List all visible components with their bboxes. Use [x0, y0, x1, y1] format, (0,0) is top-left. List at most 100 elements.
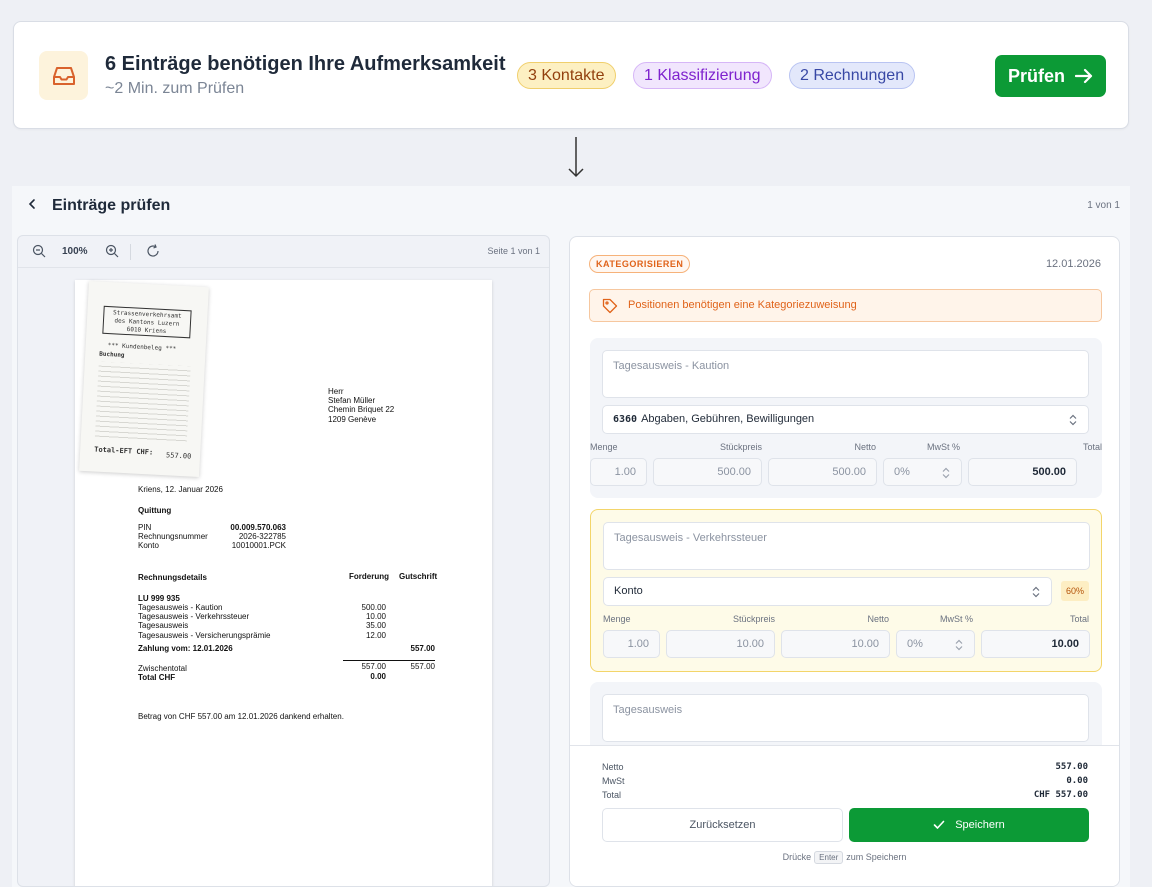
toolbar-divider	[130, 244, 131, 260]
account-code: 6360	[613, 414, 638, 425]
stueckpreis-input[interactable]: 500.00	[653, 458, 762, 486]
check-icon	[933, 820, 945, 829]
subtotal-forderung: 557.00	[361, 662, 386, 671]
totals-netto-value: 557.00	[1055, 762, 1088, 772]
label-menge: Menge	[603, 614, 631, 624]
label-mwst: MwSt %	[940, 614, 974, 624]
label-stueckpreis: Stückpreis	[719, 442, 762, 452]
review-panel: Einträge prüfen 1 von 1 100% Seite 1 von…	[12, 186, 1130, 887]
menge-input[interactable]: 1.00	[590, 458, 647, 486]
meta-values: 00.009.570.063 2026-322785 10010001.PCK	[230, 523, 286, 551]
label-netto: Netto	[854, 442, 876, 452]
meta-labels: PIN Rechnungsnummer Konto	[138, 523, 208, 551]
rotate-icon[interactable]	[146, 244, 160, 258]
pill-kontakte[interactable]: 3 Kontakte	[517, 62, 616, 89]
chevron-left-icon[interactable]	[25, 197, 39, 211]
total-input[interactable]: 500.00	[968, 458, 1077, 486]
document-footer: Betrag von CHF 557.00 am 12.01.2026 dank…	[138, 712, 344, 721]
receipt-image: Strassenverkehrsamt des Kantons Luzern 6…	[79, 280, 209, 478]
save-button-label: Speichern	[955, 819, 1005, 831]
page-indicator: Seite 1 von 1	[487, 246, 540, 256]
zoom-out-icon[interactable]	[32, 244, 46, 258]
receipt-type: Buchung	[99, 350, 125, 359]
account-placeholder: Konto	[614, 585, 643, 597]
line-item-card: Tagesausweis - Kaution 6360 Abgaben, Gebü…	[590, 338, 1102, 498]
banner-subtitle: ~2 Min. zum Prüfen	[105, 80, 245, 97]
menge-input[interactable]: 1.00	[603, 630, 660, 658]
enter-key: Enter	[814, 851, 844, 864]
totals-total-label: Total	[602, 790, 622, 800]
label-stueckpreis: Stückpreis	[732, 614, 775, 624]
item-description[interactable]: Tagesausweis - Verkehrssteuer	[603, 522, 1090, 570]
banner-title: 6 Einträge benötigen Ihre Aufmerksamkeit	[105, 53, 506, 75]
warning-text: Positionen benötigen eine Kategoriezuwei…	[628, 299, 857, 311]
pruefen-button[interactable]: Prüfen	[995, 55, 1106, 97]
subtotal-label: Zwischentotal	[138, 664, 187, 673]
total-value: 0.00	[370, 672, 386, 681]
status-badge: KATEGORISIEREN	[589, 255, 691, 273]
line-item-card-highlighted: Tagesausweis - Verkehrssteuer Konto 60% …	[590, 509, 1102, 672]
receipt-lines	[94, 361, 191, 445]
account-select[interactable]: Konto	[603, 577, 1052, 606]
payment-line: Zahlung vom: 12.01.2026	[138, 644, 233, 653]
chevron-updown-icon	[942, 467, 950, 479]
line-labels: Tagesausweis - Kaution Tagesausweis - Ve…	[138, 603, 271, 640]
entry-counter: 1 von 1	[1087, 200, 1120, 211]
totals-netto-label: Netto	[602, 762, 624, 772]
chevron-updown-icon	[955, 639, 963, 651]
chevron-updown-icon	[1069, 414, 1077, 426]
netto-input[interactable]: 10.00	[781, 630, 890, 658]
receipt-heading-quittung: Quittung	[138, 506, 172, 515]
recipient-address: Herr Stefan Müller Chemin Briquet 22 120…	[328, 387, 395, 424]
label-netto: Netto	[867, 614, 889, 624]
account-select[interactable]: 6360 Abgaben, Gebühren, Bewilligungen	[602, 405, 1089, 434]
mwst-select[interactable]: 0%	[896, 630, 975, 658]
total-input[interactable]: 10.00	[981, 630, 1090, 658]
col-forderung: Forderung	[349, 572, 389, 581]
total-label: Total CHF	[138, 673, 176, 682]
subtotal-gutschrift: 557.00	[410, 662, 435, 671]
plate-number: LU 999 935	[138, 594, 180, 603]
pruefen-button-label: Prüfen	[1007, 65, 1065, 86]
chevron-updown-icon	[1032, 586, 1040, 598]
place-date: Kriens, 12. Januar 2026	[138, 485, 223, 494]
category-warning: Positionen benötigen eine Kategoriezuwei…	[589, 289, 1102, 322]
zoom-level: 100%	[62, 246, 88, 257]
confidence-badge: 60%	[1061, 581, 1090, 601]
page-title: Einträge prüfen	[52, 197, 171, 214]
attention-banner: 6 Einträge benötigen Ihre Aufmerksamkeit…	[13, 21, 1129, 129]
label-total: Total	[1069, 614, 1089, 624]
pill-rechnungen[interactable]: 2 Rechnungen	[789, 62, 916, 89]
item-description[interactable]: Tagesausweis - Kaution	[602, 350, 1089, 398]
label-total: Total	[1082, 442, 1102, 452]
inbox-icon	[39, 51, 88, 100]
mwst-select[interactable]: 0%	[883, 458, 962, 486]
save-button[interactable]: Speichern	[849, 808, 1089, 842]
document-date: 12.01.2026	[1045, 258, 1101, 270]
label-menge: Menge	[590, 442, 618, 452]
document-page: Strassenverkehrsamt des Kantons Luzern 6…	[75, 280, 492, 886]
arrow-right-icon	[1075, 68, 1093, 84]
totals-mwst-value: 0.00	[1066, 776, 1088, 786]
viewer-toolbar: 100% Seite 1 von 1	[18, 236, 549, 268]
tag-icon	[602, 298, 618, 314]
label-mwst: MwSt %	[927, 442, 961, 452]
details-heading: Rechnungsdetails	[138, 573, 207, 582]
stueckpreis-input[interactable]: 10.00	[666, 630, 775, 658]
receipt-office: Strassenverkehrsamt des Kantons Luzern 6…	[102, 305, 192, 339]
zoom-in-icon[interactable]	[105, 244, 119, 258]
item-description[interactable]: Tagesausweis	[602, 694, 1089, 742]
reset-button[interactable]: Zurücksetzen	[602, 808, 843, 842]
document-viewer: 100% Seite 1 von 1 Strassenverkehrsamt d…	[17, 235, 550, 887]
col-gutschrift: Gutschrift	[399, 572, 438, 581]
receipt-total: 557.00	[165, 451, 192, 461]
payment-value: 557.00	[410, 644, 435, 653]
netto-input[interactable]: 500.00	[768, 458, 877, 486]
account-name: Abgaben, Gebühren, Bewilligungen	[641, 413, 815, 425]
keyboard-hint: Drücke Enter zum Speichern	[782, 851, 907, 864]
classification-editor: KATEGORISIEREN 12.01.2026 Positionen ben…	[569, 236, 1120, 887]
sum-divider	[343, 660, 435, 661]
pill-klassifizierung[interactable]: 1 Klassifizierung	[633, 62, 772, 89]
totals-total-value: CHF 557.00	[1033, 790, 1088, 800]
receipt-total-label: Total-EFT CHF:	[94, 445, 154, 457]
